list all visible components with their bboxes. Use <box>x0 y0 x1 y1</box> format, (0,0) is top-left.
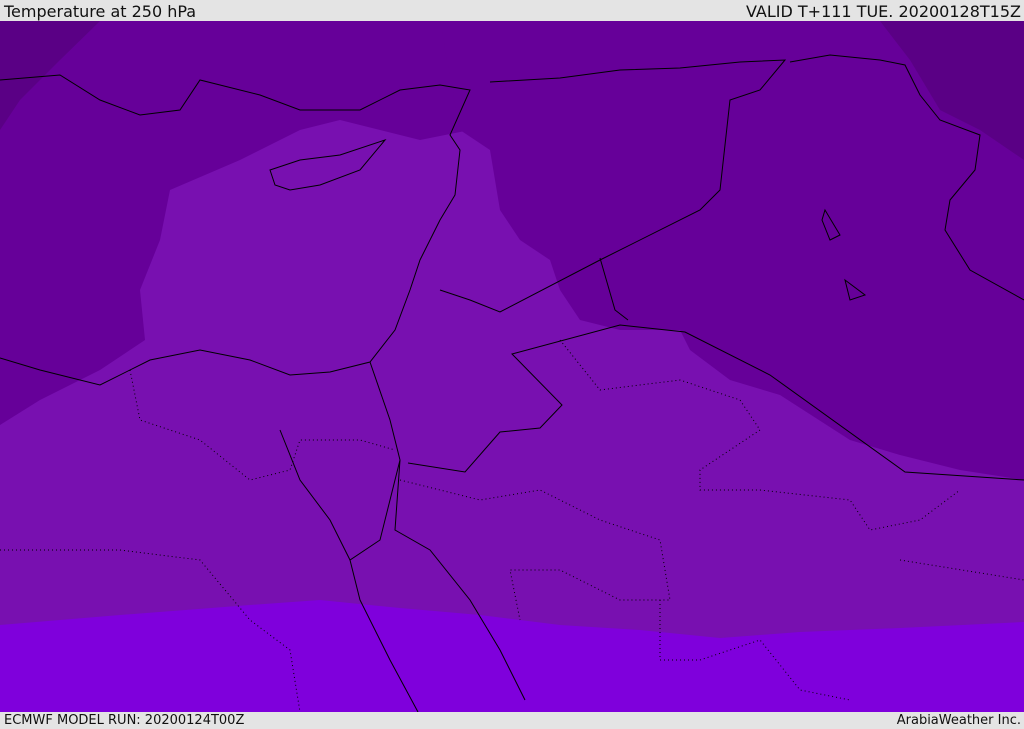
footer-bar: ECMWF MODEL RUN: 20200124T00Z ArabiaWeat… <box>0 712 1024 729</box>
valid-time: VALID T+111 TUE. 20200128T15Z <box>745 2 1021 21</box>
credit: ArabiaWeather Inc. <box>896 713 1021 728</box>
model-run: ECMWF MODEL RUN: 20200124T00Z <box>4 713 245 728</box>
header-bar: Temperature at 250 hPa VALID T+111 TUE. … <box>0 0 1024 21</box>
map-title: Temperature at 250 hPa <box>4 2 197 21</box>
temperature-map[interactable] <box>0 21 1024 712</box>
